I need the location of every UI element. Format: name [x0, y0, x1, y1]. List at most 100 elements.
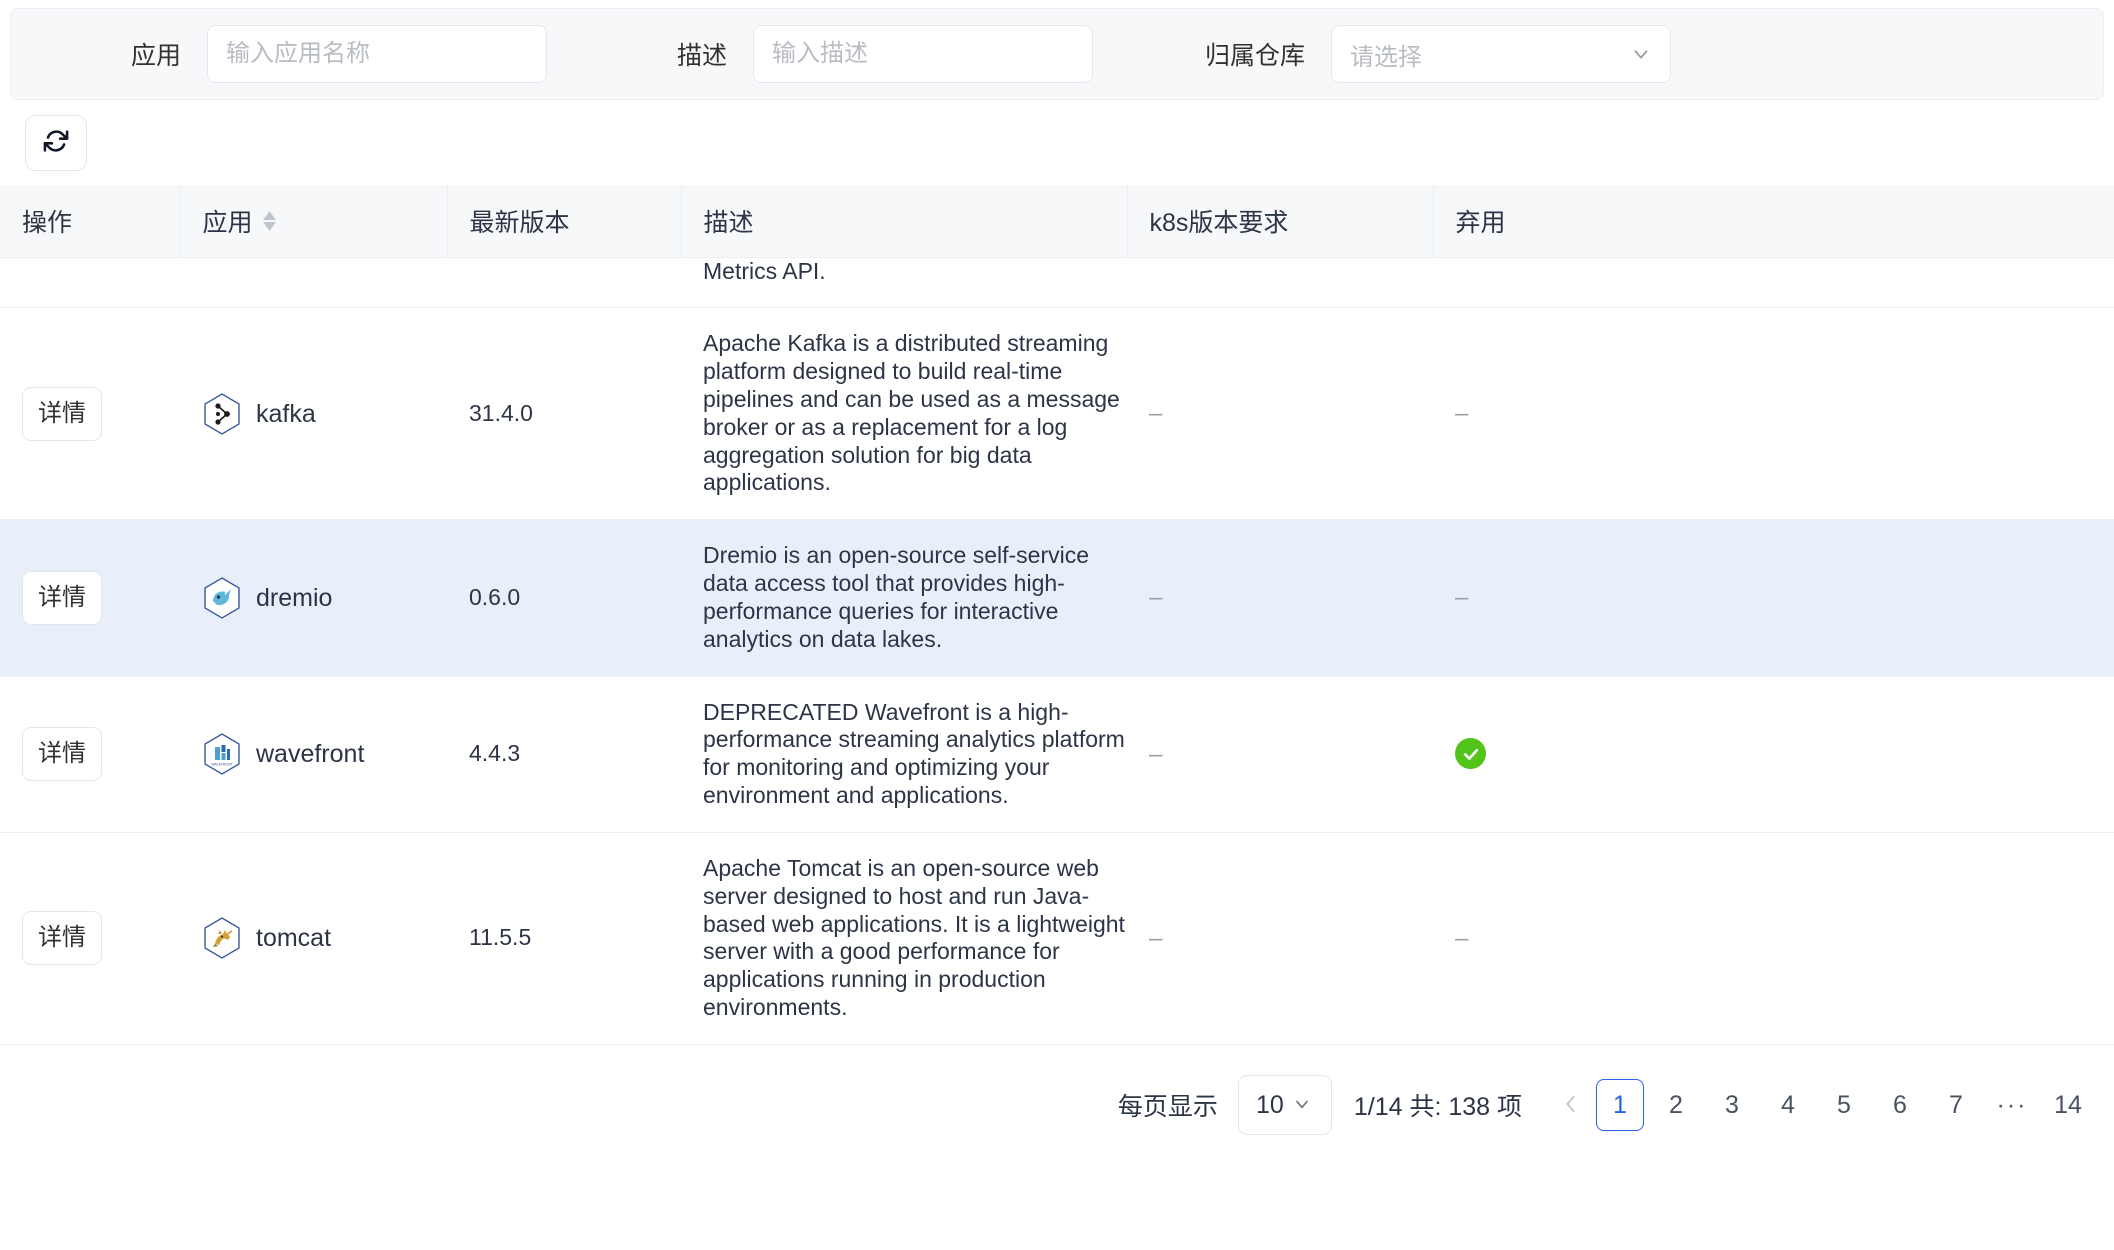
prev-page-button[interactable] — [1550, 1079, 1592, 1131]
page-ellipsis[interactable]: ··· — [1988, 1079, 2036, 1131]
tomcat-icon — [202, 916, 242, 960]
k8s-value: – — [1149, 740, 1163, 768]
filter-repository-label: 归属仓库 — [1205, 42, 1306, 70]
column-header-action-label: 操作 — [22, 208, 73, 237]
page-button-last[interactable]: 14 — [2044, 1079, 2092, 1131]
page-button-1[interactable]: 1 — [1596, 1079, 1644, 1131]
cell-deprecated — [1433, 257, 2114, 309]
page-button-6[interactable]: 6 — [1876, 1079, 1924, 1131]
cell-app: WAVEFRONT wavefront — [180, 676, 447, 833]
per-page-label: 每页显示 — [1117, 1093, 1218, 1121]
repository-select-placeholder: 请选择 — [1350, 43, 1423, 71]
cell-deprecated: – — [1433, 307, 2114, 521]
pagination-summary: 1/14 共: 138 项 — [1353, 1093, 1522, 1121]
table-row[interactable]: 详情 WAVEFRONT wavefront 4.4.3 DEPRECATED … — [0, 676, 2114, 833]
table-row[interactable]: Metrics API. — [0, 257, 2114, 309]
column-header-description-label: 描述 — [703, 208, 754, 237]
detail-button[interactable]: 详情 — [22, 386, 102, 441]
cell-k8s — [1127, 257, 1433, 309]
app-name-input[interactable] — [207, 25, 548, 83]
page-button-4[interactable]: 4 — [1764, 1079, 1812, 1131]
cell-version: 11.5.5 — [447, 832, 681, 1045]
cell-action: 详情 — [0, 676, 180, 833]
chevron-down-icon — [1630, 43, 1652, 65]
cell-description: Dremio is an open-source self-service da… — [681, 519, 1127, 677]
chevron-down-icon — [1292, 1094, 1314, 1116]
cell-app — [180, 257, 447, 309]
filter-description-group: 描述 — [677, 25, 1094, 83]
deprecated-check-icon — [1455, 738, 1486, 770]
wavefront-icon: WAVEFRONT — [202, 732, 242, 776]
app-name-label: dremio — [256, 583, 333, 612]
description-input[interactable] — [753, 25, 1094, 83]
column-header-deprecated-label: 弃用 — [1455, 208, 1506, 237]
filter-description-label: 描述 — [677, 42, 728, 70]
repository-select[interactable]: 请选择 — [1331, 25, 1672, 83]
cell-deprecated: – — [1433, 519, 2114, 677]
cell-action — [0, 257, 180, 309]
cell-version: 31.4.0 — [447, 307, 681, 521]
column-header-description: 描述 — [681, 185, 1128, 258]
cell-action: 详情 — [0, 519, 180, 677]
sort-toggle-icon[interactable] — [262, 210, 276, 231]
refresh-button[interactable] — [25, 114, 87, 171]
app-name-label: kafka — [256, 399, 316, 428]
cell-k8s: – — [1127, 519, 1433, 677]
column-header-deprecated: 弃用 — [1433, 185, 2114, 258]
deprecated-value: – — [1455, 924, 1469, 952]
table-row[interactable]: 详情 — [0, 832, 2114, 1045]
cell-version — [447, 257, 681, 309]
cell-version: 0.6.0 — [447, 519, 681, 677]
table-row[interactable]: 详情 dremio 0.6.0 Dremio is an open-source… — [0, 519, 2114, 677]
detail-button[interactable]: 详情 — [22, 727, 102, 782]
column-header-k8s: k8s版本要求 — [1127, 185, 1434, 258]
per-page-value: 10 — [1255, 1090, 1284, 1119]
detail-button[interactable]: 详情 — [22, 570, 102, 625]
k8s-value: – — [1149, 924, 1163, 952]
page-button-2[interactable]: 2 — [1652, 1079, 1700, 1131]
app-name-label: wavefront — [256, 740, 365, 769]
cell-action: 详情 — [0, 307, 180, 521]
refresh-icon — [42, 127, 70, 158]
page-button-5[interactable]: 5 — [1820, 1079, 1868, 1131]
detail-button[interactable]: 详情 — [22, 911, 102, 966]
cell-deprecated — [1433, 676, 2114, 833]
page-button-7[interactable]: 7 — [1932, 1079, 1980, 1131]
cell-description: Apache Tomcat is an open-source web serv… — [681, 832, 1127, 1045]
column-header-k8s-label: k8s版本要求 — [1149, 208, 1289, 237]
table-row[interactable]: 详情 — [0, 307, 2114, 521]
column-header-app[interactable]: 应用 — [180, 185, 448, 258]
page-button-3[interactable]: 3 — [1708, 1079, 1756, 1131]
apps-table-container[interactable]: 操作 应用 最新版本 描述 k8s版本要求 弃用 Metrics API. 详情… — [0, 185, 2114, 1060]
column-header-app-label: 应用 — [202, 208, 253, 237]
deprecated-value: – — [1455, 400, 1469, 428]
cell-version: 4.4.3 — [447, 676, 681, 833]
svg-text:WAVEFRONT: WAVEFRONT — [211, 763, 232, 767]
cell-k8s: – — [1127, 307, 1433, 521]
cell-deprecated: – — [1433, 832, 2114, 1045]
pagination-bar: 每页显示 10 1/14 共: 138 项 1 2 3 4 5 6 7 ··· … — [0, 1060, 2114, 1150]
chevron-left-icon — [1560, 1093, 1582, 1118]
per-page-select[interactable]: 10 — [1237, 1075, 1332, 1135]
table-toolbar — [0, 100, 2114, 185]
cell-action: 详情 — [0, 832, 180, 1045]
apps-table: 操作 应用 最新版本 描述 k8s版本要求 弃用 Metrics API. 详情… — [0, 185, 2114, 1045]
filter-app-label: 应用 — [131, 42, 182, 70]
filter-repository-group: 归属仓库 请选择 — [1205, 25, 1672, 83]
column-header-version-label: 最新版本 — [469, 208, 570, 237]
cell-description: Apache Kafka is a distributed streaming … — [681, 307, 1127, 521]
k8s-value: – — [1149, 584, 1163, 612]
k8s-value: – — [1149, 400, 1163, 428]
kafka-icon — [202, 392, 242, 436]
cell-app: tomcat — [180, 832, 447, 1045]
dremio-icon — [202, 576, 242, 620]
table-header: 操作 应用 最新版本 描述 k8s版本要求 弃用 — [0, 185, 2114, 258]
pager: 1 2 3 4 5 6 7 ··· 14 — [1550, 1079, 2096, 1131]
cell-k8s: – — [1127, 832, 1433, 1045]
app-name-label: tomcat — [256, 924, 332, 953]
cell-k8s: – — [1127, 676, 1433, 833]
table-body: Metrics API. 详情 kafka 31.4.0 Apache Kafk… — [0, 257, 2114, 1045]
table-header-row: 操作 应用 最新版本 描述 k8s版本要求 弃用 — [0, 185, 2114, 258]
cell-description: DEPRECATED Wavefront is a high-performan… — [681, 676, 1127, 833]
deprecated-value: – — [1455, 584, 1469, 612]
